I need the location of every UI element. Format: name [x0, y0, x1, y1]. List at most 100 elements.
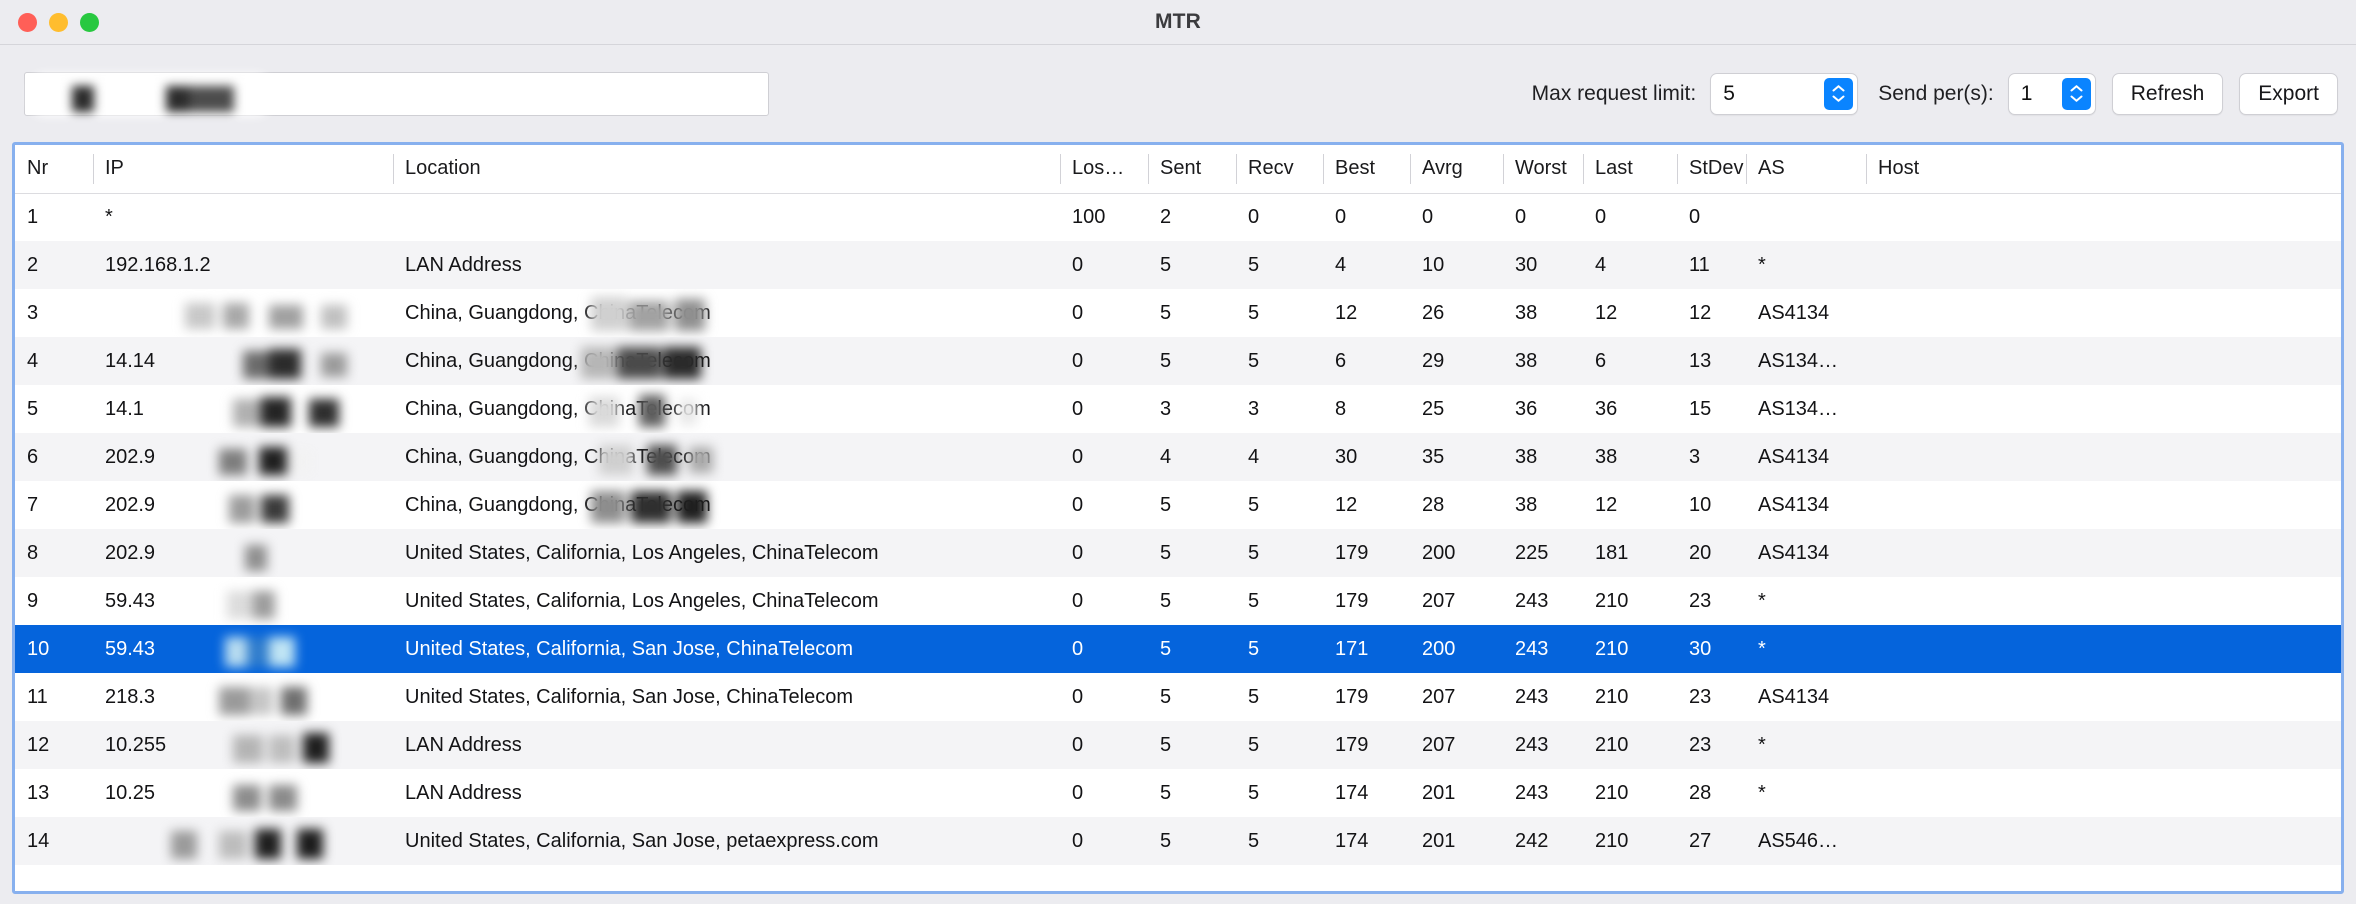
cell-last: 12	[1595, 301, 1618, 324]
cell-host	[1866, 385, 2341, 433]
column-header-best[interactable]: Best	[1323, 145, 1410, 194]
send-per-second-stepper[interactable]: 1	[2007, 72, 2096, 115]
chevron-down-icon[interactable]	[2070, 95, 2083, 102]
cell-loss: 0	[1072, 493, 1084, 516]
cell-worst: 243	[1515, 781, 1549, 804]
cell-best: 174	[1335, 781, 1369, 804]
cell-recv: 5	[1248, 301, 1260, 324]
cell-as: *	[1758, 253, 1766, 276]
cell-avrg: 26	[1422, 301, 1445, 324]
cell-loss: 0	[1072, 589, 1084, 612]
column-header-loss[interactable]: Los…	[1060, 145, 1148, 194]
column-header-host[interactable]: Host	[1866, 145, 2341, 194]
column-header-recv[interactable]: Recv	[1236, 145, 1323, 194]
chevron-down-icon[interactable]	[1832, 95, 1845, 102]
ip-redaction	[93, 337, 393, 385]
send-per-second-value[interactable]: 1	[2021, 82, 2062, 106]
refresh-button[interactable]: Refresh	[2111, 72, 2224, 115]
table-row[interactable]: 8 202.9 United States, California, Los Ang…	[15, 529, 2341, 577]
cell-sent: 5	[1160, 685, 1172, 708]
cell-nr: 9	[27, 589, 39, 612]
table-row[interactable]: 2 192.168.1.2 LAN Address 0 5 5 4 10 30 4 11 *	[15, 241, 2341, 289]
cell-stdev: 20	[1689, 541, 1712, 564]
table-row[interactable]: 13 10.25 LAN Address 0 5 5 174 201 243 210 28 *	[15, 769, 2341, 817]
table-row[interactable]: 5 14.1 China, Guangdong, ChinaTelecom 0 3 3 8 2…	[15, 385, 2341, 433]
table-row[interactable]: 3 China, Guangdong, ChinaTelecom 0 5 5 12 26 38…	[15, 289, 2341, 337]
cell-stdev: 11	[1689, 253, 1710, 276]
cell-avrg: 207	[1422, 685, 1456, 708]
ip-redaction	[93, 289, 393, 337]
cell-stdev: 23	[1689, 685, 1712, 708]
cell-as: AS4134	[1758, 541, 1830, 564]
ip-redaction	[93, 769, 393, 817]
cell-recv: 3	[1248, 397, 1260, 420]
cell-host	[1866, 193, 2341, 241]
location-redaction	[393, 289, 1060, 337]
close-window-button[interactable]	[18, 12, 37, 32]
trace-table: Nr IP Location Los… Sent Recv Best Avrg …	[15, 145, 2341, 865]
cell-nr: 13	[27, 781, 50, 804]
cell-worst: 38	[1515, 493, 1538, 516]
cell-nr: 1	[27, 205, 39, 228]
cell-host	[1866, 481, 2341, 529]
cell-loss: 0	[1072, 685, 1084, 708]
cell-best: 179	[1335, 589, 1369, 612]
ip-redaction	[93, 817, 393, 865]
cell-loss: 0	[1072, 829, 1084, 852]
cell-loss: 0	[1072, 781, 1084, 804]
column-header-avrg[interactable]: Avrg	[1410, 145, 1503, 194]
cell-last: 4	[1595, 253, 1607, 276]
cell-recv: 5	[1248, 637, 1260, 660]
cell-worst: 36	[1515, 397, 1538, 420]
max-request-limit-stepper-buttons[interactable]	[1824, 77, 1854, 110]
cell-location: China, Guangdong, ChinaTelecom	[393, 385, 1060, 433]
table-row[interactable]: 1 * 100 2 0 0 0 0 0 0	[15, 193, 2341, 241]
cell-recv: 0	[1248, 205, 1260, 228]
column-header-ip[interactable]: IP	[93, 145, 393, 194]
column-header-sent[interactable]: Sent	[1148, 145, 1236, 194]
cell-worst: 243	[1515, 733, 1549, 756]
max-request-limit-stepper[interactable]: 5	[1710, 72, 1859, 115]
cell-nr: 7	[27, 493, 39, 516]
column-header-as[interactable]: AS	[1746, 145, 1866, 194]
cell-avrg: 200	[1422, 637, 1456, 660]
cell-sent: 4	[1160, 445, 1172, 468]
cell-nr: 4	[27, 349, 39, 372]
column-header-last[interactable]: Last	[1583, 145, 1677, 194]
table-header-row: Nr IP Location Los… Sent Recv Best Avrg …	[15, 145, 2341, 194]
cell-recv: 5	[1248, 541, 1260, 564]
chevron-up-icon[interactable]	[1832, 85, 1845, 92]
cell-ip: 202.9	[93, 481, 393, 529]
cell-stdev: 27	[1689, 829, 1712, 852]
minimize-window-button[interactable]	[49, 12, 68, 32]
search-input[interactable]	[24, 71, 769, 116]
cell-best: 12	[1335, 493, 1358, 516]
export-button[interactable]: Export	[2239, 72, 2338, 115]
table-row[interactable]: 14 United States, California, San Jose, p…	[15, 817, 2341, 865]
cell-best: 4	[1335, 253, 1347, 276]
table-row[interactable]: 6 202.9 China, Guangdong, ChinaTelecom 0 4 4 3…	[15, 433, 2341, 481]
chevron-up-icon[interactable]	[2070, 85, 2083, 92]
cell-best: 171	[1335, 637, 1369, 660]
maximize-window-button[interactable]	[80, 12, 99, 32]
table-row[interactable]: 11 218.3 United States, California, San Jo…	[15, 673, 2341, 721]
cell-host	[1866, 433, 2341, 481]
cell-best: 8	[1335, 397, 1347, 420]
cell-nr: 10	[27, 637, 50, 660]
column-header-nr[interactable]: Nr	[15, 145, 93, 194]
column-header-location[interactable]: Location	[393, 145, 1060, 194]
table-row[interactable]: 7 202.9 China, Guangdong, ChinaTelecom 0 5 5 1…	[15, 481, 2341, 529]
table-row[interactable]: 10 59.43 United States, California, San Jo…	[15, 625, 2341, 673]
max-request-limit-value[interactable]: 5	[1723, 82, 1824, 106]
cell-avrg: 25	[1422, 397, 1445, 420]
table-row[interactable]: 9 59.43 United States, California, Los Ang…	[15, 577, 2341, 625]
table-row[interactable]: 12 10.255 LAN Address 0 5 5 179 207 243 210 23 *	[15, 721, 2341, 769]
trace-table-container[interactable]: Nr IP Location Los… Sent Recv Best Avrg …	[12, 142, 2344, 894]
column-header-stdev[interactable]: StDev	[1677, 145, 1746, 194]
cell-stdev: 12	[1689, 301, 1712, 324]
table-row[interactable]: 4 14.14 China, Guangdong, ChinaTelecom 0 5 5 6…	[15, 337, 2341, 385]
cell-avrg: 201	[1422, 781, 1456, 804]
column-header-worst[interactable]: Worst	[1503, 145, 1583, 194]
send-per-second-stepper-buttons[interactable]	[2061, 77, 2091, 110]
cell-sent: 5	[1160, 301, 1172, 324]
